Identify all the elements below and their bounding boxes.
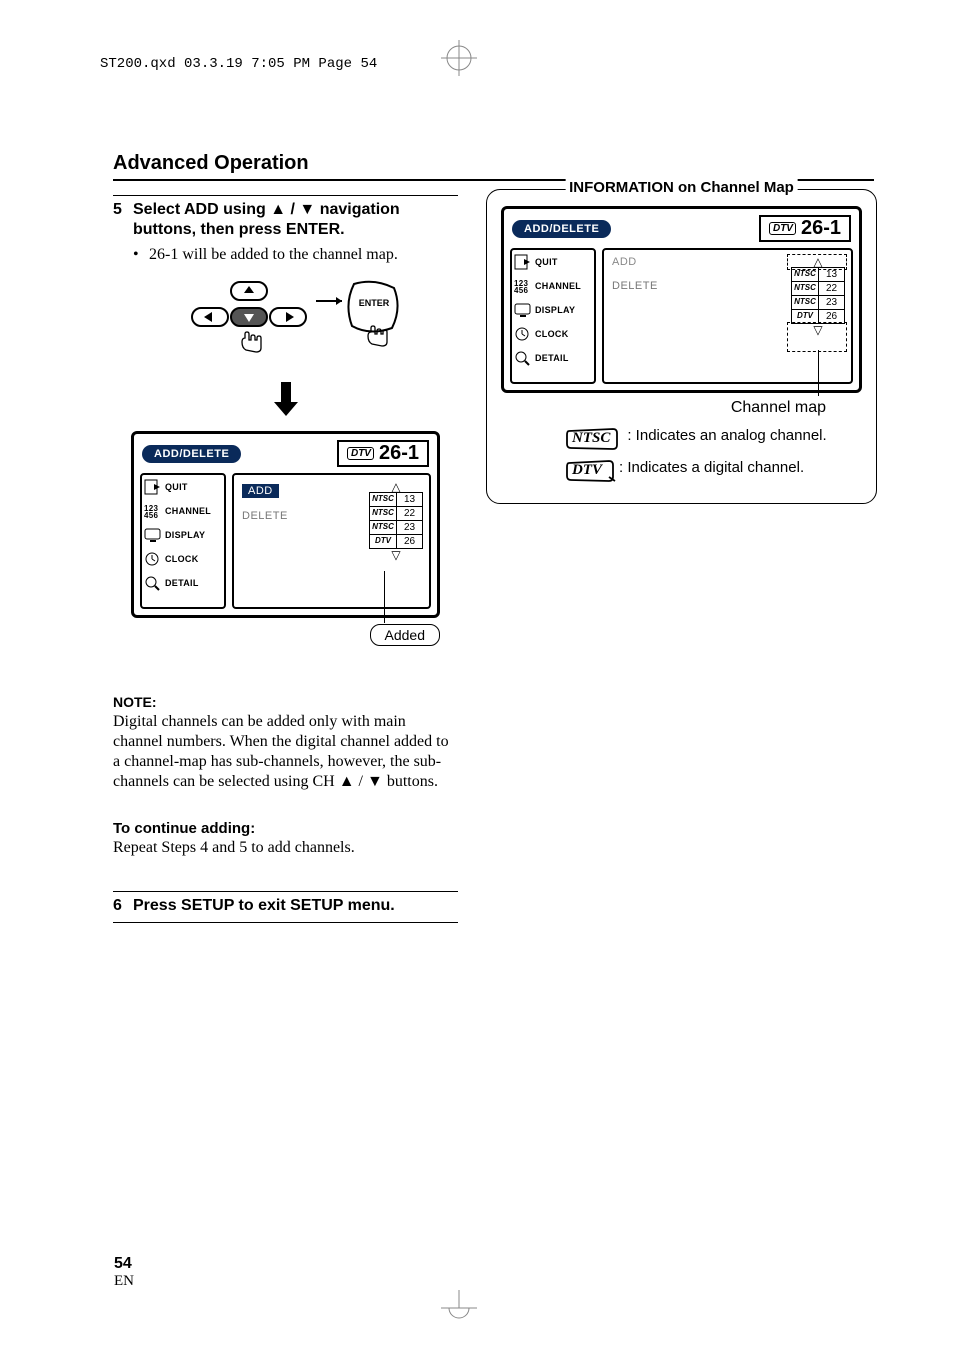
display-icon (144, 527, 162, 543)
crop-mark-bottom (441, 1290, 477, 1326)
svg-text:456: 456 (144, 511, 158, 519)
osd-option-add: ADD (242, 484, 279, 498)
step-5-number: 5 (113, 200, 133, 240)
step-6-heading: 6 Press SETUP to exit SETUP menu. (113, 896, 458, 916)
quit-icon (144, 479, 162, 495)
up-triangle-icon: ▲ (270, 201, 286, 218)
ntsc-icon: NTSC (565, 427, 617, 449)
down-arrow-icon (113, 382, 458, 421)
step-5-text-sep: / (286, 201, 299, 218)
legend-dtv: DTV : Indicates a digital channel. (565, 459, 862, 481)
step-6-text: Press SETUP to exit SETUP menu. (133, 896, 395, 916)
added-label: Added (370, 624, 440, 646)
info-box-title: INFORMATION on Channel Map (565, 179, 798, 196)
menu-clock-2: CLOCK (535, 329, 569, 339)
page-number: 54 (114, 1255, 132, 1273)
channel-map-label: Channel map (501, 399, 826, 417)
osd-title: ADD/DELETE (142, 445, 241, 463)
ch-tag-0: NTSC (370, 493, 397, 506)
osd-screenshot-info: ADD/DELETE DTV 26-1 QUIT 123456CHANNEL D… (501, 206, 862, 393)
ch-num-b2: 23 (819, 296, 844, 309)
menu-detail: DETAIL (165, 578, 199, 588)
ch-num-0: 13 (397, 493, 422, 506)
right-column: INFORMATION on Channel Map ADD/DELETE DT… (486, 195, 877, 927)
step-6-rule-bottom (113, 922, 458, 923)
ch-num-1: 22 (397, 507, 422, 520)
step-5-bullet-text: 26-1 will be added to the channel map. (149, 246, 398, 264)
svg-text:ENTER: ENTER (358, 298, 389, 308)
legend-ntsc: NTSC : Indicates an analog channel. (565, 427, 862, 449)
menu-display-2: DISPLAY (535, 305, 575, 315)
ch-tag-b1: NTSC (792, 282, 819, 295)
detail-icon (144, 575, 162, 591)
osd-channel-number-2: 26-1 (801, 217, 841, 240)
menu-quit: QUIT (165, 482, 188, 492)
step-5-heading: 5 Select ADD using ▲ / ▼ navigation butt… (113, 200, 458, 240)
section-title: Advanced Operation (113, 152, 954, 175)
dtv-tag-small-2: DTV (769, 222, 796, 235)
clock-icon (144, 551, 162, 567)
down-triangle-icon: ▼ (299, 201, 315, 218)
page-language: EN (114, 1273, 134, 1290)
osd-screenshot-added: ADD/DELETE DTV 26-1 QUIT 123456CHANNEL D… (131, 431, 440, 618)
down-triangle-icon-2: ▼ (367, 773, 383, 790)
scroll-down-icon: ▽ (369, 549, 423, 561)
ch-tag-b3: DTV (792, 310, 819, 323)
step-rule (113, 195, 458, 196)
remote-diagram: ENTER (156, 274, 416, 374)
menu-display: DISPLAY (165, 530, 205, 540)
ch-tag-1: NTSC (370, 507, 397, 520)
note-heading: NOTE: (113, 694, 458, 710)
svg-text:456: 456 (514, 286, 528, 294)
ch-tag-2: NTSC (370, 521, 397, 534)
ch-num-b0: 13 (819, 268, 844, 281)
osd-title-2: ADD/DELETE (512, 220, 611, 238)
menu-clock: CLOCK (165, 554, 199, 564)
osd-left-menu: QUIT 123456CHANNEL DISPLAY CLOCK DETAIL (140, 473, 226, 609)
ch-num-2: 23 (397, 521, 422, 534)
ch-num-b1: 22 (819, 282, 844, 295)
step-5-text-1: Select ADD using (133, 201, 270, 218)
ch-tag-b2: NTSC (792, 296, 819, 309)
osd-right-panel: ADD DELETE △ NTSC13 NTSC22 NTSC23 DTV26 … (232, 473, 431, 609)
dtv-icon: DTV (565, 459, 609, 481)
crop-mark-top (441, 40, 477, 76)
step-6-rule-top (113, 891, 458, 892)
left-column: 5 Select ADD using ▲ / ▼ navigation butt… (113, 195, 458, 927)
info-box: INFORMATION on Channel Map ADD/DELETE DT… (486, 189, 877, 504)
up-triangle-icon-2: ▲ (339, 773, 355, 790)
step-5-bullet: • 26-1 will be added to the channel map. (133, 246, 458, 264)
channel-list: △ NTSC13 NTSC22 NTSC23 DTV26 ▽ (369, 481, 423, 561)
continue-body: Repeat Steps 4 and 5 to add channels. (113, 839, 458, 857)
ch-num-b3: 26 (819, 310, 844, 323)
print-header: ST200.qxd 03.3.19 7:05 PM Page 54 (0, 0, 954, 72)
ch-tag-3: DTV (370, 535, 397, 548)
menu-detail-2: DETAIL (535, 353, 569, 363)
menu-quit-2: QUIT (535, 257, 558, 267)
ch-num-3: 26 (397, 535, 422, 548)
callout-line-2 (818, 350, 819, 396)
note-body: Digital channels can be added only with … (113, 712, 458, 792)
step-6-number: 6 (113, 896, 133, 916)
legend-ntsc-text: : Indicates an analog channel. (627, 427, 826, 445)
channel-icon: 123456 (144, 503, 162, 519)
dtv-tag-small: DTV (347, 447, 374, 460)
menu-channel-2: CHANNEL (535, 281, 581, 291)
continue-heading: To continue adding: (113, 820, 458, 837)
osd-channel-number: 26-1 (379, 442, 419, 465)
legend-dtv-text: : Indicates a digital channel. (619, 459, 804, 477)
menu-channel: CHANNEL (165, 506, 211, 516)
callout-line (384, 571, 385, 623)
ch-tag-b0: NTSC (792, 268, 819, 281)
